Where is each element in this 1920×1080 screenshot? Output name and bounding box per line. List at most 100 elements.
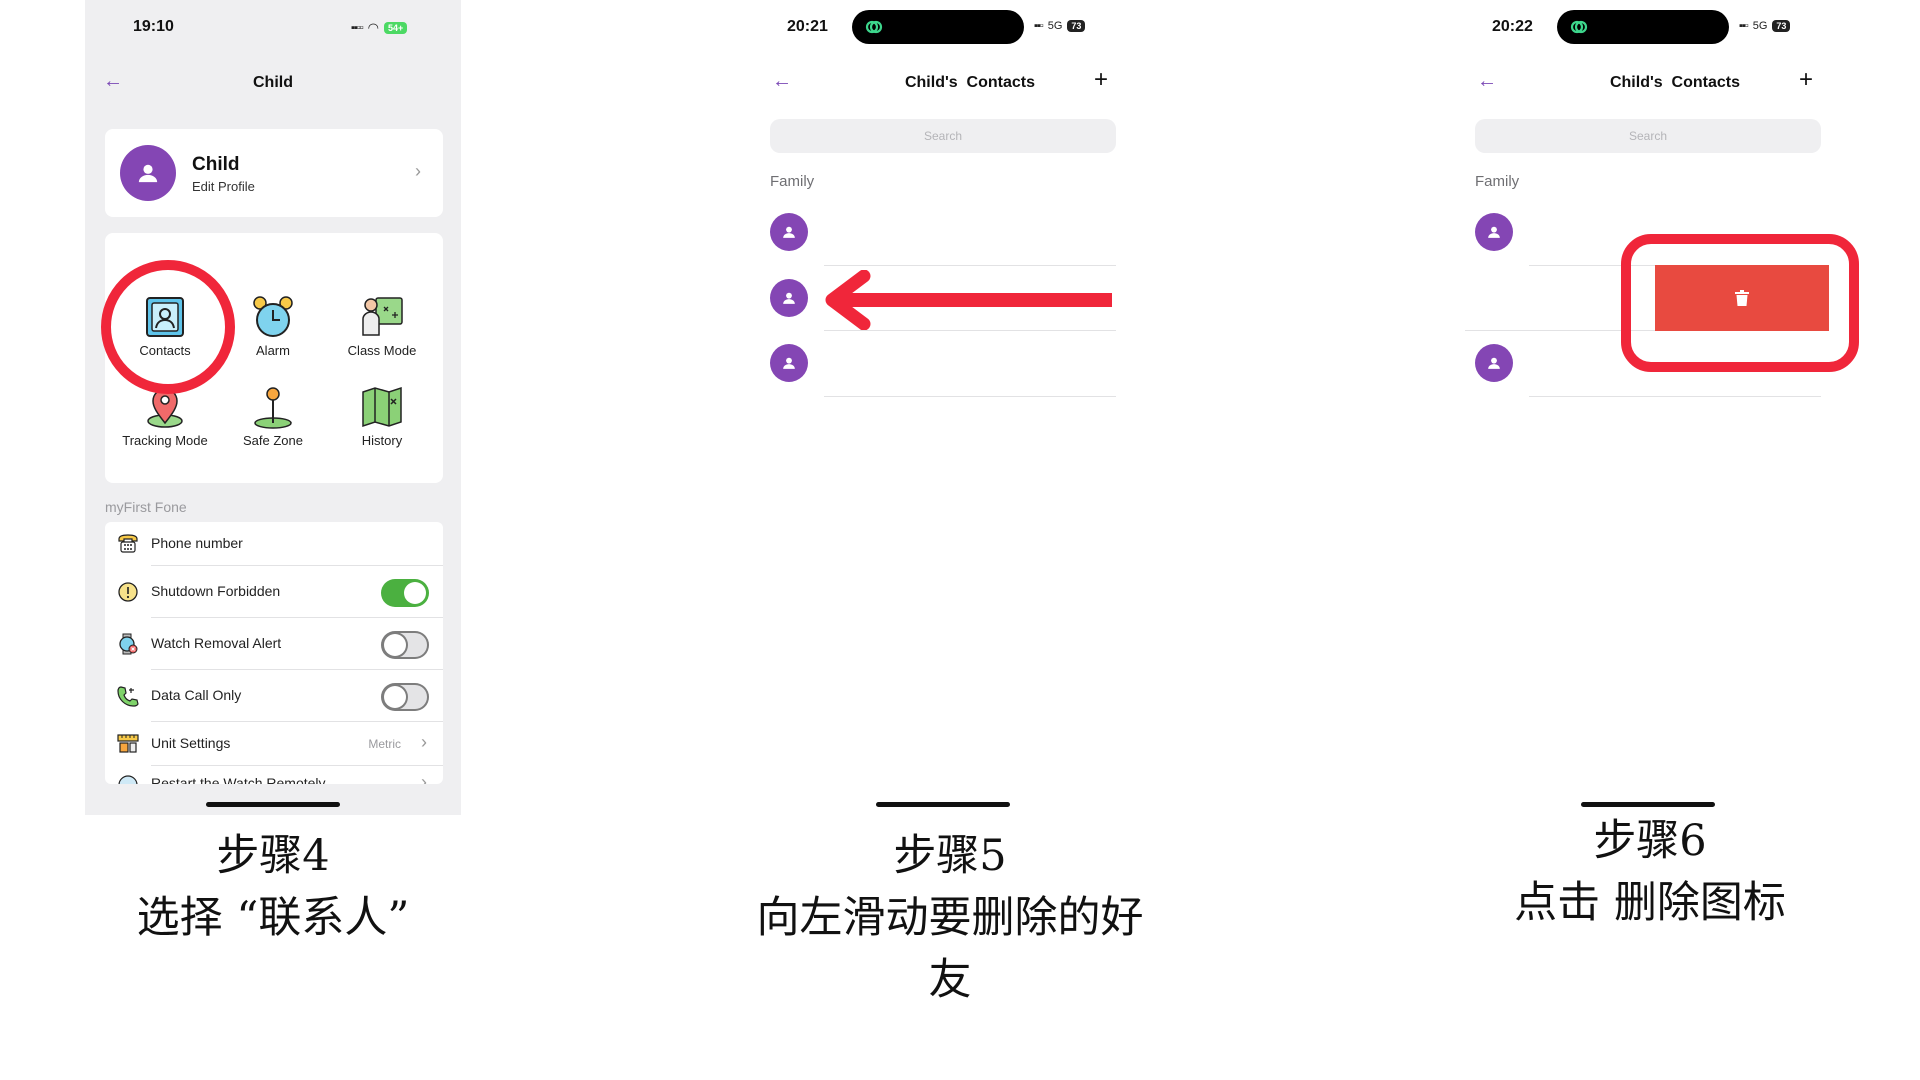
wifi-icon: ◠: [367, 20, 379, 35]
caption-step4: 步骤4 选择 “联系人”: [73, 825, 473, 949]
list-item-label: Watch Removal Alert: [151, 635, 282, 651]
group-label: Family: [1475, 173, 1520, 190]
toggle-watch-removal-alert[interactable]: [381, 631, 429, 659]
list-item-label: Shutdown Forbidden: [151, 583, 281, 599]
grid-item-tracking-mode[interactable]: Tracking Mode: [115, 385, 215, 448]
annotation-circle: [101, 260, 235, 394]
caption-text-line1: 向左滑动要删除的好: [756, 893, 1144, 943]
profile-subtitle: Edit Profile: [192, 179, 255, 194]
battery-badge: 73: [1772, 20, 1791, 32]
link-icon: [864, 17, 884, 37]
list-item-label: Phone number: [151, 535, 243, 551]
phone-call-icon: [117, 685, 139, 707]
chevron-right-icon: ›: [415, 161, 421, 181]
list-item-phone-number[interactable]: Phone number: [105, 522, 443, 566]
safe-zone-pin-icon: [251, 385, 295, 429]
link-icon: [1569, 17, 1589, 37]
grid-item-history[interactable]: History: [332, 385, 432, 448]
contact-avatar[interactable]: [1475, 344, 1513, 382]
add-contact-button[interactable]: +: [1799, 66, 1813, 94]
page-title: Child: [253, 74, 293, 91]
network-label: 5G: [1752, 20, 1768, 32]
signal-icon: ▪▪▫: [1034, 20, 1044, 32]
person-icon: [783, 292, 795, 304]
group-label: Family: [770, 173, 815, 190]
grid-item-class-mode[interactable]: Class Mode: [332, 295, 432, 358]
contact-avatar[interactable]: [770, 344, 808, 382]
profile-name: Child: [192, 154, 240, 175]
alarm-clock-icon: [251, 295, 295, 339]
contact-avatar[interactable]: [770, 213, 808, 251]
status-time: 19:10: [133, 18, 174, 35]
search-input[interactable]: Search: [770, 119, 1116, 153]
annotation-rectangle: [1621, 234, 1859, 372]
person-icon: [1488, 357, 1500, 369]
chevron-right-icon: ›: [421, 732, 427, 752]
status-icons: ▪▪▫ 5G 73: [1034, 20, 1086, 32]
avatar: [120, 145, 176, 201]
grid-label: Alarm: [256, 343, 290, 358]
person-icon: [783, 226, 795, 238]
telephone-icon: [117, 532, 139, 554]
watch-alert-icon: [117, 633, 139, 655]
status-time: 20:22: [1492, 18, 1533, 35]
divider: [1529, 396, 1821, 397]
signal-icon: ▪▪▫▫: [351, 22, 364, 34]
caption-title: 步骤6: [1593, 816, 1707, 866]
list-item-restart-watch[interactable]: Restart the Watch Remotely ›: [105, 766, 443, 784]
battery-badge: 54+: [383, 22, 408, 34]
toggle-shutdown-forbidden[interactable]: [381, 579, 429, 607]
caption-step6: 步骤6 点击 删除图标: [1450, 810, 1850, 934]
page-title: Child's Contacts: [904, 74, 1036, 91]
list-item-unit-settings[interactable]: Unit Settings Metric ›: [105, 722, 443, 766]
restart-icon: [117, 774, 139, 784]
phone-screen-child-settings: 19:10 ▪▪▫▫ ◠ 54+ ← Child Child Edit Prof…: [85, 0, 461, 815]
swipe-left-arrow-icon: [825, 270, 1112, 330]
divider: [824, 330, 1116, 331]
contact-avatar[interactable]: [1475, 213, 1513, 251]
add-contact-button[interactable]: +: [1094, 66, 1108, 94]
phone-screen-contacts-swipe: 20:21 ▪▪▫ 5G 73 ← Child's Contacts + Sea…: [760, 0, 1140, 815]
caption-step5: 步骤5 向左滑动要删除的好 友: [700, 825, 1200, 1011]
network-label: 5G: [1047, 20, 1063, 32]
status-time: 20:21: [787, 18, 828, 35]
folded-map-icon: [360, 385, 404, 429]
status-icons: ▪▪▫▫ ◠ 54+: [351, 20, 408, 36]
ruler-icon: [117, 732, 139, 754]
profile-card[interactable]: Child Edit Profile ›: [105, 129, 443, 217]
settings-list: Phone number Shutdown Forbidden Watch Re…: [105, 522, 443, 784]
search-input[interactable]: Search: [1475, 119, 1821, 153]
list-item-shutdown-forbidden: Shutdown Forbidden: [105, 566, 443, 618]
caption-text: 点击 删除图标: [1514, 878, 1786, 928]
dynamic-island: [1557, 10, 1729, 44]
person-icon: [783, 357, 795, 369]
caption-title: 步骤4: [216, 831, 330, 881]
home-indicator: [206, 802, 340, 807]
status-icons: ▪▪▫ 5G 73: [1739, 20, 1791, 32]
grid-item-safe-zone[interactable]: Safe Zone: [223, 385, 323, 448]
caption-title: 步骤5: [893, 831, 1007, 881]
list-item-watch-removal-alert: Watch Removal Alert: [105, 618, 443, 670]
list-item-data-call-only: Data Call Only: [105, 670, 443, 722]
grid-label: Safe Zone: [243, 433, 303, 448]
divider: [824, 265, 1116, 266]
list-item-label: Restart the Watch Remotely: [151, 775, 326, 784]
home-indicator: [876, 802, 1010, 807]
grid-label: Tracking Mode: [122, 433, 208, 448]
grid-item-alarm[interactable]: Alarm: [223, 295, 323, 358]
chevron-right-icon: ›: [421, 772, 427, 784]
unit-value: Metric: [368, 737, 401, 751]
toggle-data-call-only[interactable]: [381, 683, 429, 711]
signal-icon: ▪▪▫: [1739, 20, 1749, 32]
caption-text-line2: 友: [928, 955, 972, 1005]
home-indicator: [1581, 802, 1715, 807]
page-title: Child's Contacts: [1609, 74, 1741, 91]
caption-text: 选择 “联系人”: [136, 893, 410, 943]
divider: [824, 396, 1116, 397]
dynamic-island: [852, 10, 1024, 44]
list-item-label: Unit Settings: [151, 735, 231, 751]
contact-avatar[interactable]: [770, 279, 808, 317]
grid-label: Class Mode: [347, 343, 417, 358]
class-mode-teacher-icon: [360, 295, 404, 339]
person-icon: [138, 164, 158, 183]
